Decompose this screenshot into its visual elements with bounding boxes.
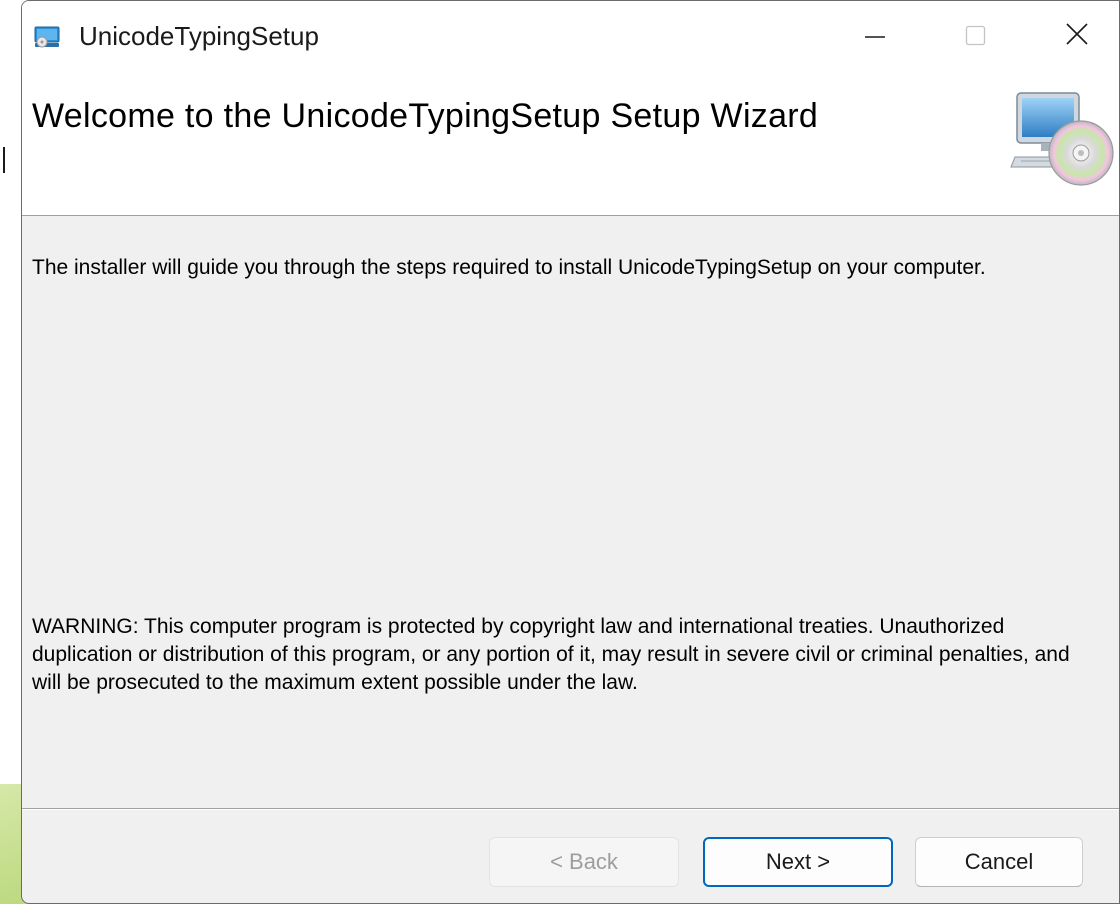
title-bar[interactable]: UnicodeTypingSetup: [22, 1, 1119, 67]
wizard-header: Welcome to the UnicodeTypingSetup Setup …: [22, 67, 1119, 216]
minimize-icon: [865, 36, 885, 38]
minimize-button[interactable]: [840, 1, 910, 67]
wizard-heading: Welcome to the UnicodeTypingSetup Setup …: [32, 97, 819, 135]
setup-wizard-window: UnicodeTypingSetup Welcome to the Unicod…: [21, 0, 1120, 904]
next-button[interactable]: Next >: [703, 837, 893, 887]
desktop-cursor-mark: [3, 147, 5, 173]
close-button[interactable]: [1042, 1, 1112, 67]
window-title: UnicodeTypingSetup: [79, 21, 319, 51]
copyright-warning: WARNING: This computer program is protec…: [32, 615, 1070, 694]
close-icon: [1066, 23, 1088, 45]
computer-cd-icon: [1007, 91, 1115, 187]
back-button[interactable]: < Back: [489, 837, 679, 887]
wizard-content: The installer will guide you through the…: [22, 216, 1119, 808]
installer-app-icon: [34, 26, 60, 48]
cancel-button[interactable]: Cancel: [915, 837, 1083, 887]
maximize-button[interactable]: [940, 1, 1010, 67]
maximize-icon: [965, 25, 986, 46]
intro-text: The installer will guide you through the…: [32, 256, 986, 279]
footer-divider: [22, 808, 1119, 810]
